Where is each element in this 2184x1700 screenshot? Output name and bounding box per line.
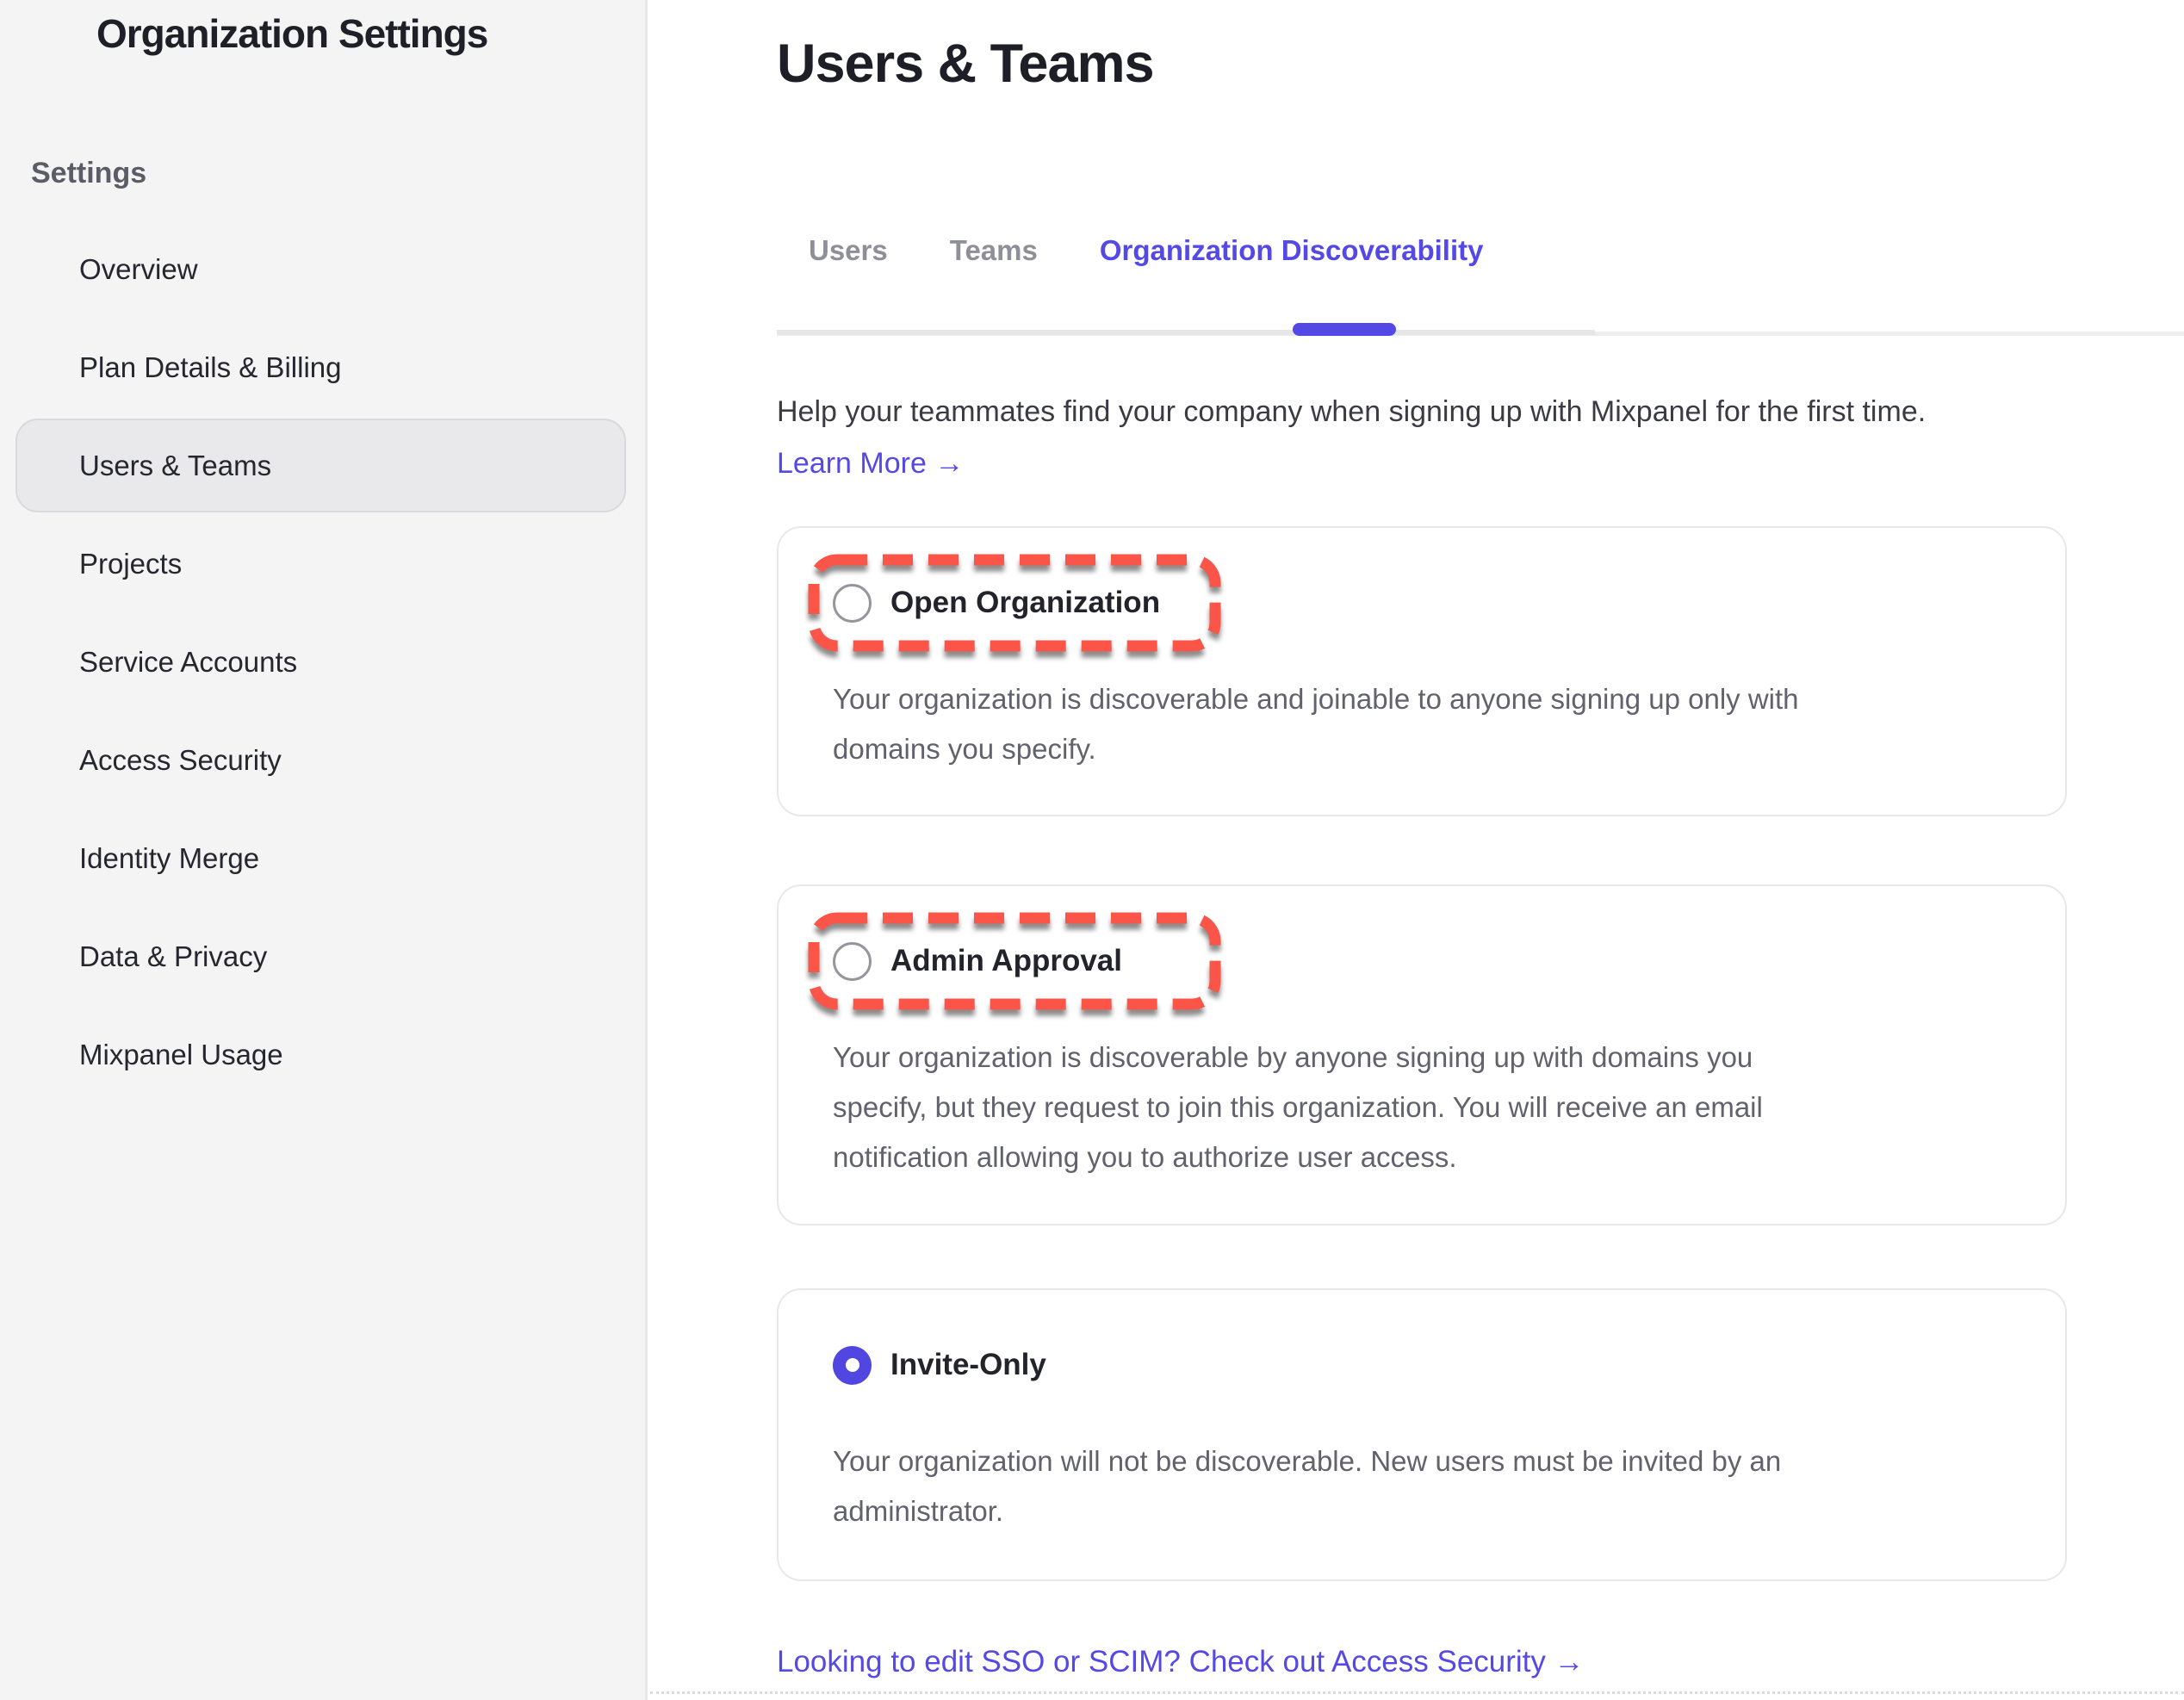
tab-teams[interactable]: Teams bbox=[950, 234, 1038, 267]
organization-settings-title: Organization Settings bbox=[96, 10, 487, 57]
radio-option-open-organization[interactable]: Open Organization bbox=[833, 583, 1160, 623]
option-card-invite-only: Invite-Only Your organization will not b… bbox=[777, 1288, 2067, 1581]
radio-button-unchecked-icon[interactable] bbox=[833, 942, 872, 981]
option-card-admin-approval: Admin Approval Your organization is disc… bbox=[777, 884, 2067, 1225]
tab-bar-track bbox=[777, 330, 1595, 335]
sidebar-item-service-accounts[interactable]: Service Accounts bbox=[16, 615, 626, 709]
radio-option-invite-only[interactable]: Invite-Only bbox=[833, 1345, 1046, 1385]
sidebar-item-label: Plan Details & Billing bbox=[79, 351, 341, 384]
bottom-divider bbox=[650, 1691, 2184, 1694]
option-label: Invite-Only bbox=[890, 1348, 1046, 1382]
sidebar-item-overview[interactable]: Overview bbox=[16, 222, 626, 316]
sidebar-item-label: Service Accounts bbox=[79, 646, 297, 679]
option-label: Admin Approval bbox=[890, 944, 1122, 978]
sidebar-item-plan-details-billing[interactable]: Plan Details & Billing bbox=[16, 320, 626, 414]
option-description: Your organization is discoverable by any… bbox=[833, 1033, 1996, 1182]
active-tab-indicator bbox=[1293, 323, 1396, 336]
radio-button-unchecked-icon[interactable] bbox=[833, 584, 872, 623]
access-security-link[interactable]: Looking to edit SSO or SCIM? Check out A… bbox=[777, 1645, 1585, 1679]
option-description: Your organization will not be discoverab… bbox=[833, 1436, 1996, 1536]
sidebar-item-access-security[interactable]: Access Security bbox=[16, 713, 626, 807]
sidebar-item-label: Data & Privacy bbox=[79, 940, 267, 973]
sidebar-item-label: Users & Teams bbox=[79, 450, 271, 482]
main-content: Users & Teams Users Teams Organization D… bbox=[650, 0, 2184, 1700]
tab-bar: Users Teams Organization Discoverability bbox=[809, 234, 1483, 267]
sidebar: Organization Settings Settings Overview … bbox=[0, 0, 648, 1700]
settings-section-label: Settings bbox=[31, 157, 146, 190]
option-label: Open Organization bbox=[890, 586, 1160, 620]
radio-button-checked-icon[interactable] bbox=[833, 1346, 872, 1385]
page-title: Users & Teams bbox=[777, 33, 1154, 95]
sidebar-item-label: Projects bbox=[79, 548, 182, 580]
sidebar-item-identity-merge[interactable]: Identity Merge bbox=[16, 811, 626, 905]
option-description: Your organization is discoverable and jo… bbox=[833, 674, 1996, 774]
sidebar-item-label: Mixpanel Usage bbox=[79, 1039, 283, 1071]
sidebar-item-mixpanel-usage[interactable]: Mixpanel Usage bbox=[16, 1008, 626, 1101]
sidebar-item-label: Identity Merge bbox=[79, 842, 259, 875]
radio-option-admin-approval[interactable]: Admin Approval bbox=[833, 941, 1122, 981]
sidebar-item-data-privacy[interactable]: Data & Privacy bbox=[16, 909, 626, 1003]
discoverability-options: Open Organization Your organization is d… bbox=[777, 526, 2067, 1581]
sidebar-item-projects[interactable]: Projects bbox=[16, 517, 626, 611]
sidebar-nav: Overview Plan Details & Billing Users & … bbox=[0, 222, 645, 1106]
sidebar-item-label: Overview bbox=[79, 253, 198, 286]
tab-users[interactable]: Users bbox=[809, 234, 888, 267]
sidebar-item-users-teams[interactable]: Users & Teams bbox=[16, 419, 626, 512]
option-card-open-organization: Open Organization Your organization is d… bbox=[777, 526, 2067, 816]
sidebar-item-label: Access Security bbox=[79, 744, 282, 777]
learn-more-link[interactable]: Learn More → bbox=[777, 447, 964, 481]
tab-organization-discoverability[interactable]: Organization Discoverability bbox=[1100, 234, 1484, 267]
intro-text: Help your teammates find your company wh… bbox=[777, 395, 1926, 429]
